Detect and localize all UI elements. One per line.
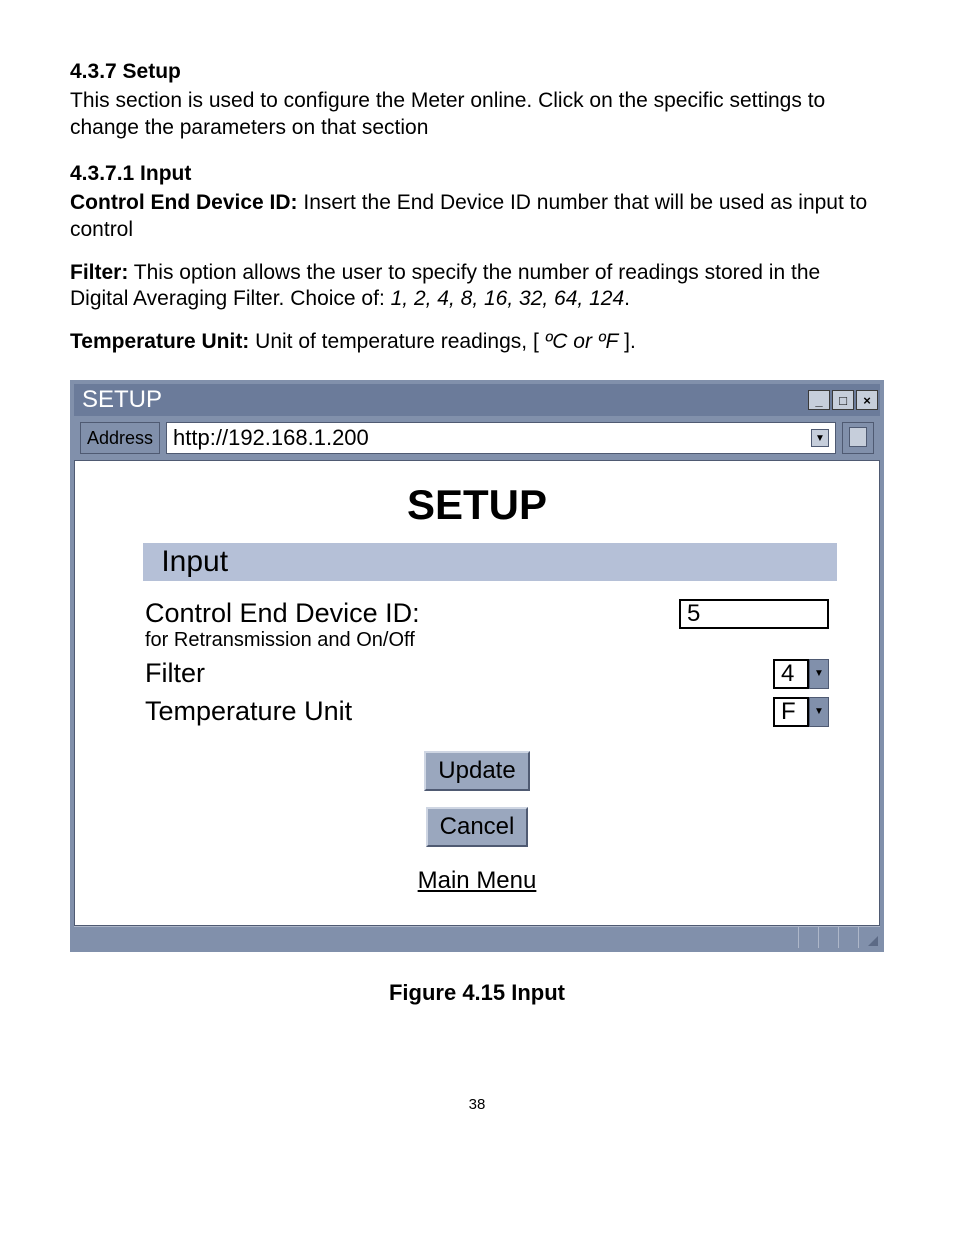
text: . [624,287,630,310]
text-italic: 1, 2, 4, 8, 16, 32, 64, 124 [391,287,625,310]
setup-window: SETUP _ □ × Address http://192.168.1.200… [70,380,884,952]
close-button[interactable]: × [856,390,878,410]
label-control-end-device-id: Control End Device ID: for Retransmissio… [145,599,679,651]
address-url: http://192.168.1.200 [173,425,369,451]
address-dropdown-icon[interactable]: ▼ [811,429,829,447]
page-title: SETUP [125,481,829,529]
paragraph-control-end-device: Control End Device ID: Insert the End De… [70,190,884,244]
address-field[interactable]: http://192.168.1.200 ▼ [166,422,836,454]
update-button[interactable]: Update [424,751,529,791]
figure-caption: Figure 4.15 Input [70,980,884,1006]
window-title: SETUP [82,386,162,414]
label-bold: Control End Device ID: [70,191,298,214]
text: ]. [618,330,636,353]
text: Unit of temperature readings, [ [249,330,544,353]
label-bold: Filter: [70,261,128,284]
input-control-end-device-id[interactable]: 5 [679,599,829,629]
row-control-end-device-id: Control End Device ID: for Retransmissio… [145,599,829,651]
paragraph: This section is used to configure the Me… [70,88,884,142]
window-controls: _ □ × [808,390,878,410]
address-label: Address [80,422,160,454]
button-stack: Update Cancel Main Menu [125,751,829,895]
titlebar: SETUP _ □ × [74,384,880,416]
address-bar: Address http://192.168.1.200 ▼ [74,416,880,460]
paragraph-temperature-unit: Temperature Unit: Unit of temperature re… [70,329,884,356]
row-filter: Filter 4 ▼ [145,659,829,689]
select-temperature-unit-value[interactable]: F [773,697,809,727]
select-filter-value[interactable]: 4 [773,659,809,689]
main-menu-link[interactable]: Main Menu [418,867,537,895]
status-bar [74,926,880,948]
label-filter: Filter [145,659,773,689]
section-heading: 4.3.7 Setup [70,60,884,84]
label-temperature-unit: Temperature Unit [145,697,773,727]
cancel-button[interactable]: Cancel [426,807,529,847]
label-bold: Temperature Unit: [70,330,249,353]
page-number: 38 [70,1096,884,1113]
chevron-down-icon[interactable]: ▼ [809,697,829,727]
input-section-header: Input [143,543,837,581]
chevron-down-icon[interactable]: ▼ [809,659,829,689]
resize-grip-icon[interactable] [858,926,880,948]
go-button[interactable] [842,422,874,454]
minimize-button[interactable]: _ [808,390,830,410]
row-temperature-unit: Temperature Unit F ▼ [145,697,829,727]
paragraph-filter: Filter: This option allows the user to s… [70,260,884,314]
label-sub: for Retransmission and On/Off [145,629,679,651]
text-italic: ºC or ºF [545,330,619,353]
content-area: SETUP Input Control End Device ID: for R… [74,460,880,926]
maximize-button[interactable]: □ [832,390,854,410]
subsection-heading: 4.3.7.1 Input [70,162,884,186]
